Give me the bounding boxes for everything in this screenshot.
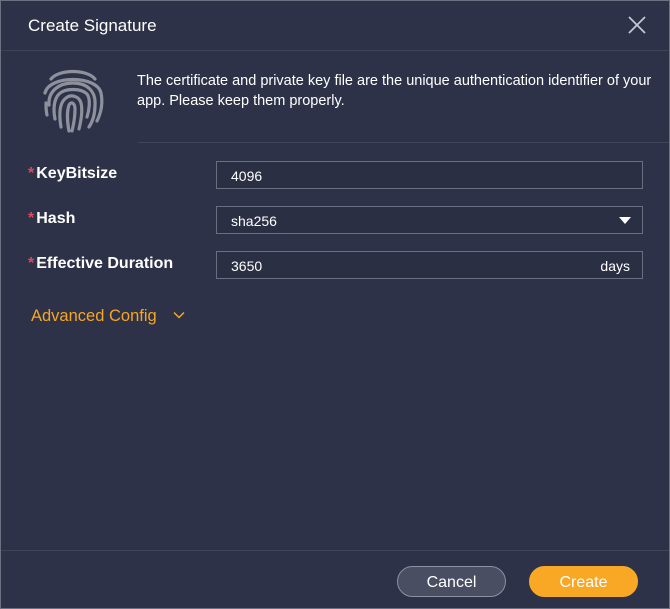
key-bitsize-field[interactable]	[216, 161, 643, 189]
dialog-title: Create Signature	[28, 16, 157, 35]
effective-duration-label: * Effective Duration	[28, 255, 173, 273]
fingerprint-icon	[39, 63, 107, 135]
info-text: The certificate and private key file are…	[137, 73, 652, 109]
hash-selected-value: sha256	[231, 213, 277, 229]
key-bitsize-label-text: KeyBitsize	[36, 165, 118, 182]
cancel-button[interactable]: Cancel	[397, 566, 506, 597]
required-mark: *	[28, 210, 35, 227]
effective-duration-label-text: Effective Duration	[36, 255, 174, 272]
effective-duration-field[interactable]: days	[216, 251, 643, 279]
hash-label-text: Hash	[36, 210, 76, 227]
dialog-footer: Cancel Create	[1, 550, 669, 609]
chevron-down-icon	[173, 305, 185, 324]
hash-select[interactable]: sha256	[216, 206, 643, 234]
required-mark: *	[28, 165, 35, 182]
info-divider	[138, 142, 669, 143]
advanced-config-toggle[interactable]: Advanced Config	[31, 307, 185, 326]
close-icon[interactable]	[625, 13, 649, 37]
dialog-titlebar: Create Signature	[1, 1, 669, 51]
caret-down-icon[interactable]	[619, 217, 631, 224]
create-signature-dialog: Create Signature The certificate and pri…	[0, 0, 670, 609]
effective-duration-input[interactable]	[231, 258, 591, 274]
key-bitsize-input[interactable]	[231, 168, 591, 184]
key-bitsize-label: * KeyBitsize	[28, 165, 117, 183]
create-button[interactable]: Create	[529, 566, 638, 597]
advanced-config-label: Advanced Config	[31, 307, 157, 325]
days-unit: days	[600, 258, 630, 274]
hash-label: * Hash	[28, 210, 75, 228]
required-mark: *	[28, 255, 35, 272]
